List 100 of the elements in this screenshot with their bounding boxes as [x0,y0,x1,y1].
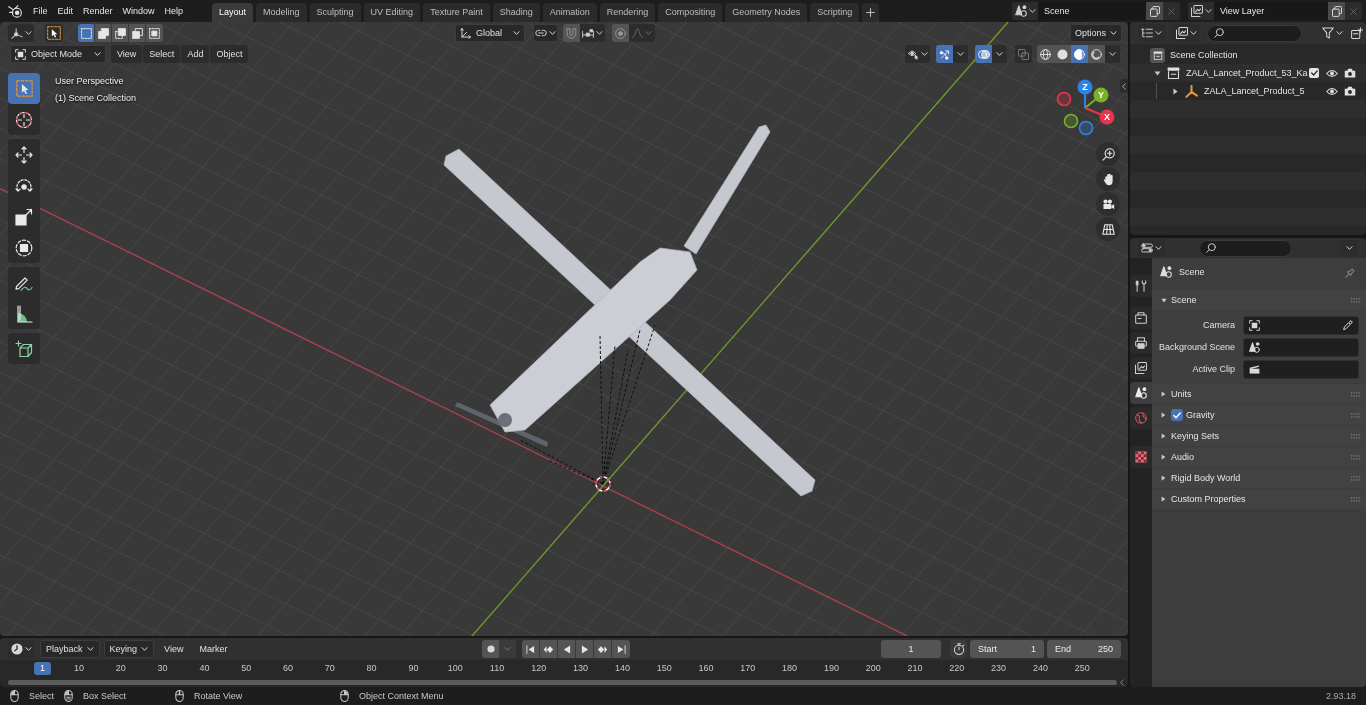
gizmo-toggle[interactable] [936,45,953,63]
menu-item[interactable]: Add [181,45,210,63]
view-layer-tab[interactable] [1130,357,1152,379]
sidebar-toggle[interactable] [1120,79,1128,93]
scene-name-field[interactable]: Scene [1038,2,1146,20]
view-layer-selector-button[interactable] [1188,2,1214,20]
visibility-toggle[interactable] [1326,85,1338,97]
outliner-row[interactable]: Scene Collection [1130,46,1366,64]
workspace-tab[interactable]: Animation [542,3,597,22]
outliner-row[interactable]: ZALA_Lancet_Product_53_Ka [1130,64,1366,82]
menu-dropdown[interactable]: Keying [103,640,155,658]
pivot-dropdown[interactable] [533,24,558,42]
outliner-label[interactable]: ZALA_Lancet_Product_53_Ka [1186,68,1308,78]
workspace-tab[interactable]: Modeling [256,3,307,22]
shading-mode-button[interactable] [1088,45,1105,63]
negative-axis-handle[interactable] [1056,91,1072,107]
shading-mode-button[interactable] [1071,45,1088,63]
workspace-tab[interactable]: UV Editing [363,3,421,22]
search-field[interactable] [1207,24,1302,42]
menu-item[interactable]: Window [117,2,160,20]
dropdown-button[interactable] [1340,239,1358,257]
checkbox[interactable] [1171,409,1183,421]
workspace-tab[interactable]: Compositing [658,3,723,22]
selection-mode-button[interactable] [78,24,95,42]
workspace-tab[interactable]: Shading [492,3,540,22]
camera-view-button[interactable] [1096,192,1120,216]
panel-header[interactable]: Scene [1152,290,1366,310]
search-field[interactable] [1199,239,1292,257]
panel-header[interactable]: Units [1152,384,1366,404]
shading-mode-button[interactable] [1054,45,1071,63]
selection-mode-button[interactable] [95,24,112,42]
clip-field[interactable] [1243,359,1359,379]
negative-axis-handle[interactable] [1078,120,1094,136]
menu-item[interactable]: File [28,2,53,20]
visibility-toggle[interactable] [1326,67,1338,79]
workspace-tab[interactable]: Texture Paint [423,3,490,22]
active-tool-button[interactable] [45,24,63,42]
end-frame-field[interactable]: End 250 [1047,640,1121,658]
panel-header[interactable]: Custom Properties [1152,489,1366,509]
play-button[interactable] [576,640,594,658]
menu-item[interactable]: Object [210,45,249,63]
new-collection-button[interactable] [1350,24,1364,42]
outliner-label[interactable]: Scene Collection [1170,50,1238,60]
tool-tab[interactable] [1130,275,1152,297]
select-box-tool[interactable] [8,73,40,104]
editor-type-button[interactable] [1138,24,1165,42]
menu-item[interactable]: View [158,640,190,658]
menu-item[interactable]: View [111,45,143,63]
horizontal-scrollbar[interactable] [8,679,1117,685]
menu-item[interactable]: Edit [52,2,79,20]
workspace-tab[interactable]: Scripting [810,3,860,22]
selection-mode-button[interactable] [146,24,163,42]
zoom-button[interactable] [1096,142,1120,166]
menu-item[interactable]: Marker [193,640,234,658]
record-button[interactable] [482,640,499,658]
negative-axis-handle[interactable] [1063,113,1079,129]
duplicate-button[interactable] [1328,2,1345,20]
menu-item[interactable]: Render [78,2,118,20]
texture-tab[interactable] [1130,446,1152,468]
proportional-editing-toggle[interactable] [612,24,629,42]
auto-keying-button[interactable] [950,640,967,658]
previous-keyframe-button[interactable] [540,640,558,658]
dropdown-button[interactable] [992,45,1007,63]
pan-button[interactable] [1096,167,1120,191]
orientation-dropdown[interactable]: Global [455,24,525,42]
jump-to-start-button[interactable] [522,640,540,658]
current-frame-field[interactable]: 1 [881,640,941,658]
output-tab[interactable] [1130,332,1152,354]
render-toggle[interactable] [1344,67,1356,79]
menu-item[interactable]: Help [159,2,189,20]
axis-handle[interactable]: X [1084,107,1115,125]
add-cube-tool[interactable] [8,333,40,364]
shading-mode-button[interactable] [1037,45,1054,63]
next-keyframe-button[interactable] [594,640,612,658]
menu-item[interactable]: Select [143,45,181,63]
checkbox[interactable] [1309,68,1319,78]
scene-field[interactable] [1243,337,1359,357]
jump-to-end-button[interactable] [612,640,630,658]
add-workspace-button[interactable] [862,3,880,22]
options-dropdown[interactable]: Options [1070,24,1122,42]
snap-toggle[interactable] [563,24,580,42]
play-reverse-button[interactable] [558,640,576,658]
dropdown-button[interactable] [1105,45,1120,63]
render-toggle[interactable] [1344,85,1356,97]
snap-target-dropdown[interactable] [580,24,605,42]
workspace-tab[interactable]: Layout [212,3,254,22]
object-field[interactable] [1243,315,1359,335]
xray-toggle[interactable] [1015,45,1032,63]
selection-mode-button[interactable] [129,24,146,42]
visibility-dropdown[interactable] [905,45,930,63]
editor-type-button[interactable] [8,24,34,42]
render-tab[interactable] [1130,307,1152,329]
menu-dropdown[interactable]: Playback [40,640,100,658]
3d-viewport[interactable]: Global Options Object Mode View Select Add Object User Perspective (1) Scene Collection Z Y X [0,22,1128,636]
outliner-label[interactable]: ZALA_Lancet_Product_5 [1204,86,1305,96]
duplicate-button[interactable] [1146,2,1163,20]
editor-type-button[interactable] [8,640,34,658]
start-frame-field[interactable]: Start 1 [970,640,1044,658]
selection-mode-button[interactable] [112,24,129,42]
display-mode-dropdown[interactable] [1172,24,1200,42]
